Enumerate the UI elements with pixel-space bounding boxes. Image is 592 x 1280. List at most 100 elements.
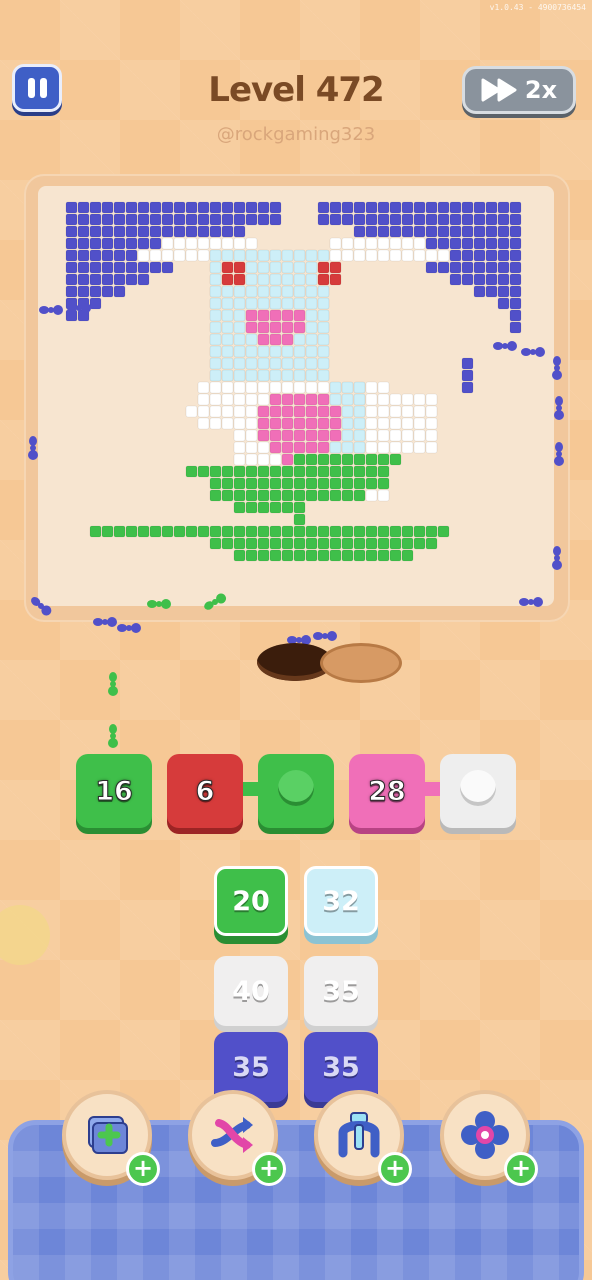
pixel-cube bbox=[257, 489, 270, 502]
pixel-cube bbox=[245, 417, 258, 430]
speed-button[interactable]: 2x bbox=[462, 66, 576, 114]
pixel-cube bbox=[233, 237, 246, 250]
pixel-cube bbox=[401, 525, 414, 538]
pixel-cube bbox=[257, 309, 270, 322]
pixel-cube bbox=[257, 285, 270, 298]
pixel-cube bbox=[209, 465, 222, 478]
pixel-cube bbox=[389, 237, 402, 250]
pixel-cube bbox=[341, 525, 354, 538]
pixel-cube bbox=[425, 417, 438, 430]
pixel-cube bbox=[269, 489, 282, 502]
pixel-cube bbox=[413, 249, 426, 262]
pixel-cube bbox=[281, 333, 294, 346]
ant-icon bbox=[521, 347, 545, 357]
pixel-cube bbox=[257, 501, 270, 514]
pixel-cube bbox=[233, 345, 246, 358]
fast-forward-icon bbox=[481, 78, 517, 102]
pixel-cube bbox=[365, 249, 378, 262]
pixel-cube bbox=[89, 237, 102, 250]
pixel-cube bbox=[461, 213, 474, 226]
pixel-cube bbox=[257, 441, 270, 454]
pixel-cube bbox=[341, 249, 354, 262]
shuffle-plus-icon[interactable]: + bbox=[252, 1152, 286, 1186]
pixel-cube bbox=[269, 357, 282, 370]
pixel-cube bbox=[305, 321, 318, 334]
slot-5[interactable] bbox=[440, 754, 516, 834]
pixel-cube bbox=[425, 237, 438, 250]
pixel-cube bbox=[413, 393, 426, 406]
pixel-cube bbox=[437, 225, 450, 238]
flower-plus-icon[interactable]: + bbox=[504, 1152, 538, 1186]
pixel-cube bbox=[365, 201, 378, 214]
pixel-cube bbox=[281, 405, 294, 418]
pixel-cube bbox=[209, 489, 222, 502]
pixel-cube bbox=[293, 489, 306, 502]
pixel-cube bbox=[269, 525, 282, 538]
pixel-cube bbox=[473, 273, 486, 286]
pixel-cube bbox=[77, 273, 90, 286]
pixel-cube bbox=[341, 213, 354, 226]
pixel-cube bbox=[305, 261, 318, 274]
pixel-cube bbox=[149, 201, 162, 214]
pixel-cube bbox=[353, 213, 366, 226]
pixel-cube bbox=[173, 249, 186, 262]
slot-1[interactable]: 16 bbox=[76, 754, 152, 834]
pixel-cube bbox=[173, 525, 186, 538]
pixel-cube bbox=[497, 213, 510, 226]
pixel-cube bbox=[437, 201, 450, 214]
pixel-cube bbox=[209, 201, 222, 214]
pixel-cube bbox=[269, 333, 282, 346]
magnet-plus-icon[interactable]: + bbox=[378, 1152, 412, 1186]
pixel-cube bbox=[341, 549, 354, 562]
pixel-cube bbox=[245, 285, 258, 298]
pixel-cube bbox=[317, 369, 330, 382]
pixel-cube bbox=[305, 417, 318, 430]
pixel-cube bbox=[209, 273, 222, 286]
pixel-cube bbox=[77, 213, 90, 226]
slot-2[interactable]: 6 bbox=[167, 754, 243, 834]
pixel-cube bbox=[293, 297, 306, 310]
pixel-cube bbox=[341, 477, 354, 490]
add-slot-plus-icon[interactable]: + bbox=[126, 1152, 160, 1186]
pixel-cube bbox=[269, 285, 282, 298]
pixel-cube bbox=[377, 429, 390, 442]
pixel-cube bbox=[329, 381, 342, 394]
pixel-cube bbox=[269, 369, 282, 382]
pixel-cube bbox=[389, 225, 402, 238]
pixel-cube bbox=[281, 489, 294, 502]
pixel-cube bbox=[425, 525, 438, 538]
pixel-cube bbox=[125, 249, 138, 262]
pixel-cube bbox=[101, 237, 114, 250]
pixel-cube bbox=[449, 273, 462, 286]
pixel-cube bbox=[281, 369, 294, 382]
pixel-cube bbox=[293, 477, 306, 490]
pixel-cube bbox=[365, 441, 378, 454]
queue-block-2[interactable]: 32 bbox=[304, 866, 378, 936]
pixel-cube bbox=[65, 201, 78, 214]
queue-block-1[interactable]: 20 bbox=[214, 866, 288, 936]
pixel-cube bbox=[377, 249, 390, 262]
pixel-cube bbox=[281, 525, 294, 538]
ant-icon bbox=[147, 599, 171, 609]
hole-lid bbox=[320, 643, 402, 683]
pixel-cube bbox=[101, 525, 114, 538]
pixel-cube bbox=[233, 393, 246, 406]
slot-3[interactable] bbox=[258, 754, 334, 834]
pixel-cube bbox=[257, 213, 270, 226]
pixel-cube bbox=[293, 465, 306, 478]
pixel-cube bbox=[209, 393, 222, 406]
pixel-cube bbox=[317, 489, 330, 502]
pixel-cube bbox=[257, 201, 270, 214]
pixel-cube bbox=[125, 201, 138, 214]
pixel-cube bbox=[221, 417, 234, 430]
ant-icon bbox=[93, 617, 117, 627]
pixel-cube bbox=[329, 405, 342, 418]
pixel-cube bbox=[341, 405, 354, 418]
pixel-cube bbox=[77, 201, 90, 214]
pixel-cube bbox=[353, 549, 366, 562]
pixel-cube bbox=[293, 345, 306, 358]
slot-4[interactable]: 28 bbox=[349, 754, 425, 834]
pixel-cube bbox=[329, 237, 342, 250]
pixel-cube bbox=[281, 417, 294, 430]
pixel-cube bbox=[305, 465, 318, 478]
